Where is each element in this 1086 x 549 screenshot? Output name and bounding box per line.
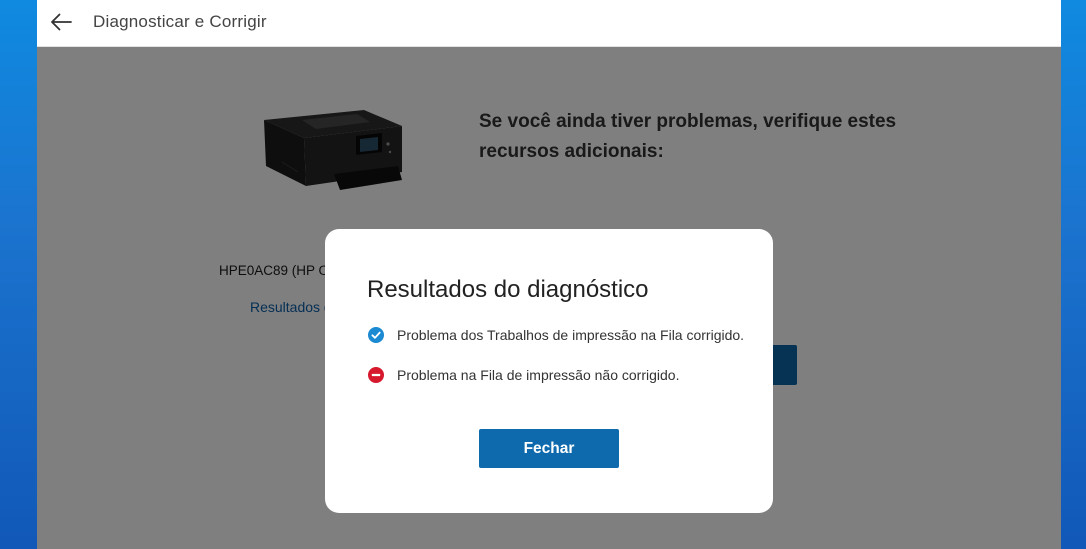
title-bar: Diagnosticar e Corrigir xyxy=(37,0,1061,47)
result-text: Problema na Fila de impressão não corrig… xyxy=(397,367,680,383)
back-arrow-icon xyxy=(51,13,72,31)
window-title: Diagnosticar e Corrigir xyxy=(93,12,267,31)
dialog-title: Resultados do diagnóstico xyxy=(367,276,649,303)
back-button[interactable] xyxy=(49,9,73,35)
result-item-not-fixed: Problema na Fila de impressão não corrig… xyxy=(368,367,679,383)
diagnostic-results-dialog: Resultados do diagnóstico Problema dos T… xyxy=(325,229,773,513)
close-button[interactable]: Fechar xyxy=(479,429,619,468)
result-text: Problema dos Trabalhos de impressão na F… xyxy=(397,327,745,343)
result-item-fixed: Problema dos Trabalhos de impressão na F… xyxy=(368,327,744,343)
minus-circle-icon xyxy=(368,367,384,383)
check-circle-icon xyxy=(368,327,384,343)
